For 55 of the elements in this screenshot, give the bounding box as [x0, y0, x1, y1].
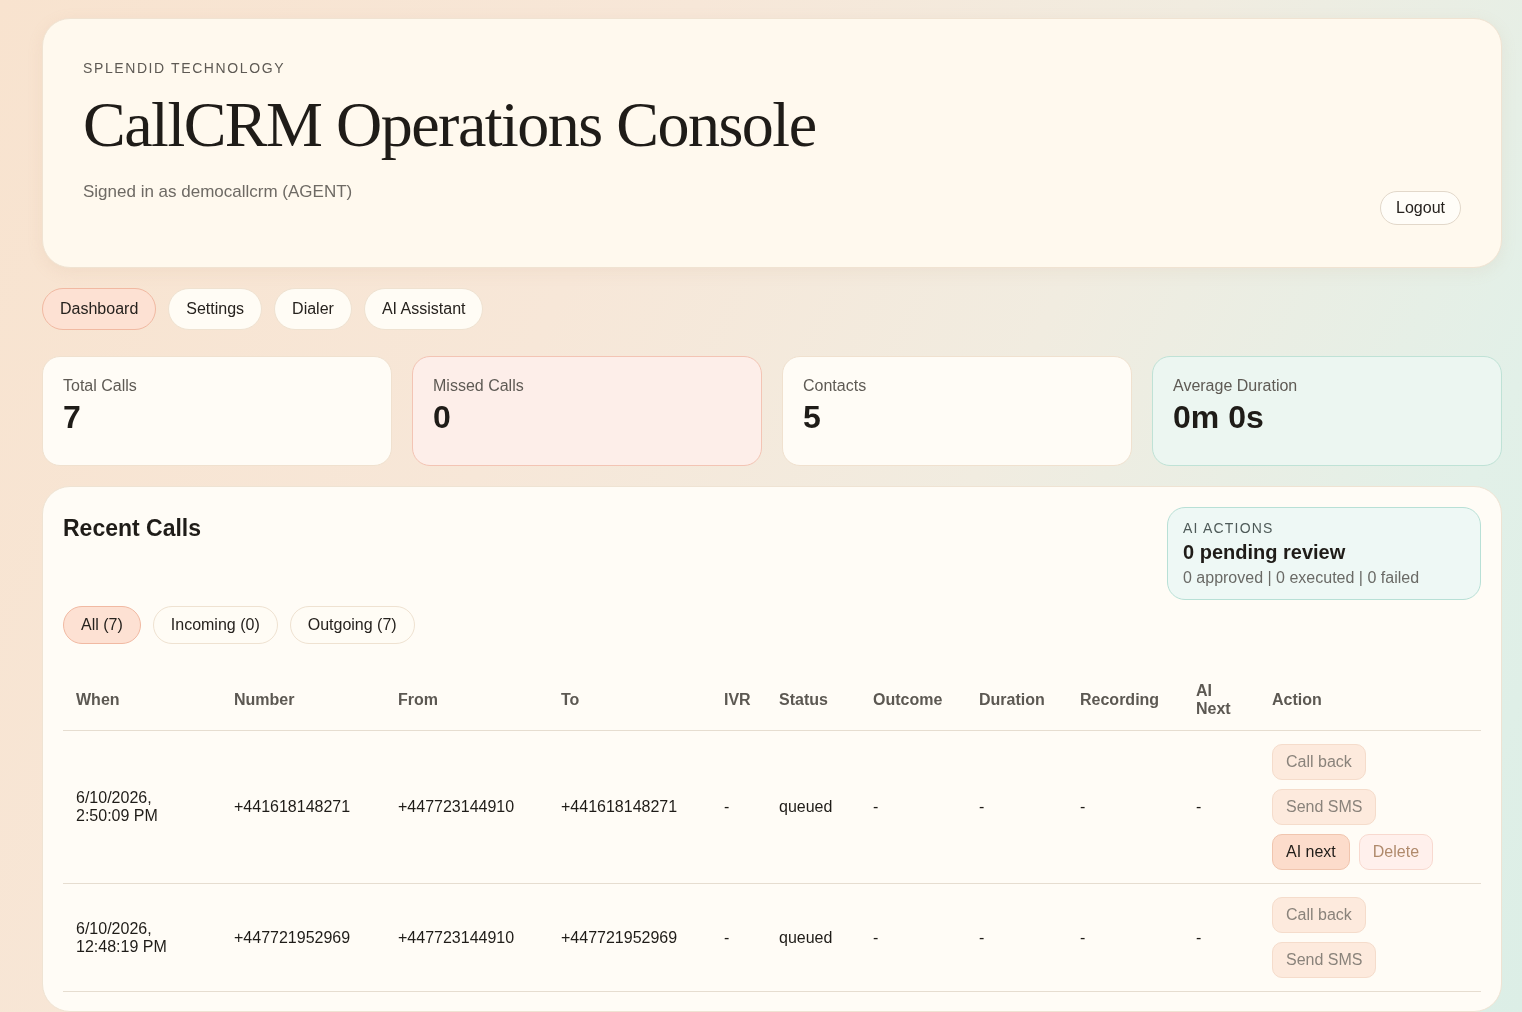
stat-label: Total Calls [63, 377, 138, 395]
column-header: IVR [724, 691, 751, 708]
table-cell: +447723144910 [398, 928, 515, 946]
column-header: Recording [1080, 691, 1160, 708]
column-header: Status [779, 691, 828, 708]
table-cell: queued [779, 928, 833, 946]
filter-tab[interactable]: Incoming (0) [152, 606, 278, 644]
table-cell: - [1080, 798, 1086, 815]
column-header: Number [234, 691, 295, 708]
column-header: AI Next [1196, 682, 1231, 717]
stat-value: 0 [433, 399, 452, 436]
table-cell: +447721952969 [561, 928, 678, 946]
stat-label: Average Duration [1173, 377, 1299, 395]
signed-in-text: Signed in as democallcrm (AGENT) [83, 182, 354, 203]
table-cell: - [873, 798, 879, 815]
column-header: Outcome [873, 691, 943, 708]
table-cell: - [1196, 928, 1202, 946]
ai-actions-label: AI ACTIONS [1183, 520, 1275, 536]
stat-value: 7 [63, 399, 82, 436]
table-cell: +441618148271 [234, 798, 351, 815]
column-header: Duration [979, 691, 1045, 708]
table-cell: +441618148271 [561, 798, 678, 815]
section-title: Recent Calls [63, 515, 203, 542]
column-header: Action [1272, 691, 1322, 708]
action-button[interactable]: AI next [1272, 834, 1350, 870]
pending-review-count: 0 pending review [1183, 541, 1347, 564]
table-cell: queued [779, 798, 833, 815]
logout-button[interactable]: Logout [1380, 191, 1461, 225]
table-cell: - [724, 798, 730, 815]
stat-value: 5 [803, 399, 822, 436]
nav-tab[interactable]: AI Assistant [363, 288, 484, 330]
stat-label: Missed Calls [433, 377, 525, 395]
table-cell: - [1080, 928, 1086, 946]
stat-label: Contacts [803, 377, 868, 395]
table-cell: 6/10/2026, 12:48:19 PM [76, 919, 167, 955]
filter-tab[interactable]: All (7) [63, 606, 141, 644]
column-header: When [76, 691, 120, 708]
table-cell: - [724, 928, 730, 946]
filter-tab[interactable]: Outgoing (7) [289, 606, 415, 644]
company-name: SPLENDID TECHNOLOGY [83, 60, 287, 76]
column-header: To [561, 691, 580, 708]
table-cell: - [979, 798, 985, 815]
nav-tab[interactable]: Dashboard [42, 288, 157, 330]
table-cell: - [979, 928, 985, 946]
page-title: CallCRM Operations Console [83, 90, 816, 161]
table-cell: - [873, 928, 879, 946]
column-header: From [398, 691, 438, 708]
stat-value: 0m 0s [1173, 399, 1265, 436]
nav-tab[interactable]: Dialer [274, 288, 352, 330]
table-cell: - [1196, 798, 1202, 815]
nav-tab[interactable]: Settings [168, 288, 263, 330]
table-cell: 6/10/2026, 2:50:09 PM [76, 789, 158, 824]
ai-actions-summary: 0 approved | 0 executed | 0 failed [1183, 569, 1421, 587]
table-cell: +447721952969 [234, 928, 351, 946]
table-cell: +447723144910 [398, 798, 515, 815]
